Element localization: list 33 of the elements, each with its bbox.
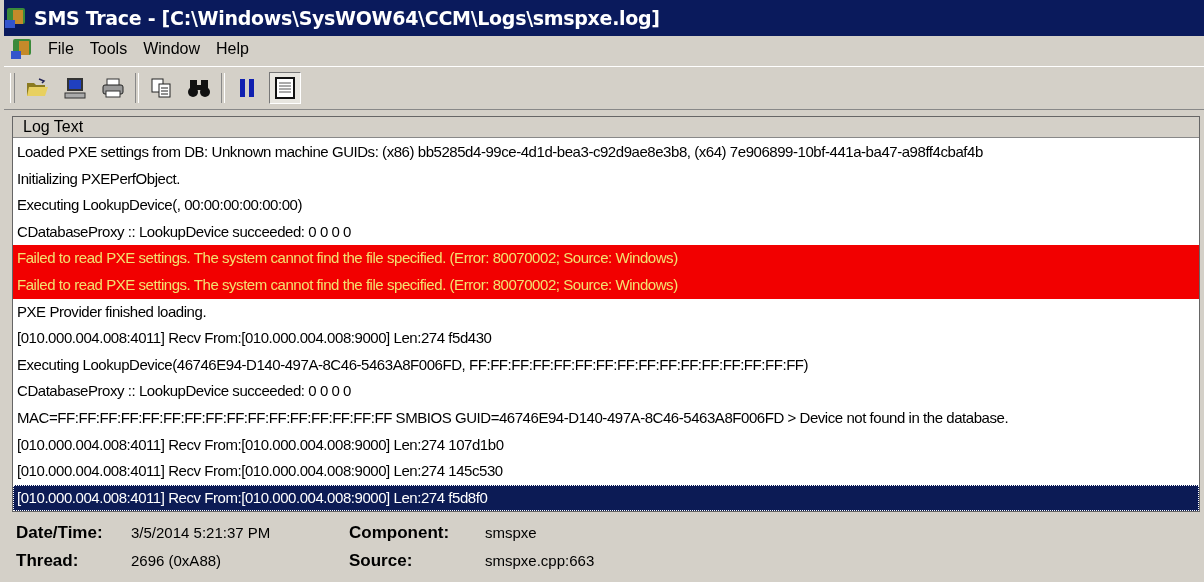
detail-value: smspxe xyxy=(485,523,538,543)
menu-item[interactable]: Window xyxy=(135,38,209,60)
window-title: SMS Trace - [C:\Windows\SysWOW64\CCM\Logs\smspxe.log] xyxy=(34,7,660,29)
detail-label: Thread: xyxy=(16,551,80,571)
menu-item[interactable]: Help xyxy=(208,38,257,60)
menu-item[interactable]: Tools xyxy=(81,38,136,60)
log-row[interactable]: Loaded PXE settings from DB: Unknown machine GUIDs: (x86) bb5285d4-99ce-4d1d-bea3-c92d9ae8e3b8, (x64) 7e906899-10bf-441a-ba47-a98ff4cbaf4b xyxy=(13,139,1199,166)
detail-label: Source: xyxy=(349,551,414,571)
app-icon xyxy=(10,37,34,61)
detail-value: 3/5/2014 5:21:37 PM xyxy=(131,523,272,543)
log-row[interactable]: [010.000.004.008:4011] Recv From:[010.000.004.008:9000] Len:274 f5d8f0 xyxy=(13,484,1199,512)
log-row[interactable]: Executing LookupDevice(, 00:00:00:00:00:00) xyxy=(13,192,1199,219)
log-row[interactable]: Initializing PXEPerfObject. xyxy=(13,165,1199,193)
detail-value: 2696 (0xA88) xyxy=(131,551,223,571)
log-row[interactable]: CDatabaseProxy :: LookupDevice succeeded: 0 0 0 0 xyxy=(13,218,1199,246)
log-row[interactable]: Executing LookupDevice(46746E94-D140-497A-8C46-5463A8F006FD, FF:FF:FF:FF:FF:FF:FF:FF:FF:FF:FF:FF:FF:FF:FF:FF) xyxy=(13,351,1199,379)
log-row[interactable]: [010.000.004.008:4011] Recv From:[010.000.004.008:9000] Len:274 145c530 xyxy=(13,458,1199,485)
computer-icon xyxy=(63,76,87,100)
copy-icon xyxy=(149,76,173,100)
detail-value: smspxe.cpp:663 xyxy=(485,551,596,571)
details-pane-icon xyxy=(273,76,297,100)
column-header[interactable]: Log Text xyxy=(13,117,1199,138)
detail-label: Date/Time: xyxy=(16,523,104,543)
log-row[interactable]: [010.000.004.008:4011] Recv From:[010.000.004.008:9000] Len:274 f5d430 xyxy=(13,325,1199,352)
log-row[interactable]: PXE Provider finished loading. xyxy=(13,298,1199,326)
app-icon xyxy=(4,6,28,30)
log-row[interactable]: [010.000.004.008:4011] Recv From:[010.000.004.008:9000] Len:274 107d1b0 xyxy=(13,431,1199,459)
printer-icon xyxy=(101,76,125,100)
detail-label: Component: xyxy=(349,523,451,543)
menu-item[interactable]: File xyxy=(40,38,82,60)
toolbar-button[interactable] xyxy=(269,72,301,104)
log-row[interactable]: MAC=FF:FF:FF:FF:FF:FF:FF:FF:FF:FF:FF:FF:FF:FF:FF:FF SMBIOS GUID=46746E94-D140-497A-8C46-5463A8F006FD > Device not found in the database. xyxy=(13,404,1199,432)
log-row[interactable]: CDatabaseProxy :: LookupDevice succeeded: 0 0 0 0 xyxy=(13,378,1199,405)
